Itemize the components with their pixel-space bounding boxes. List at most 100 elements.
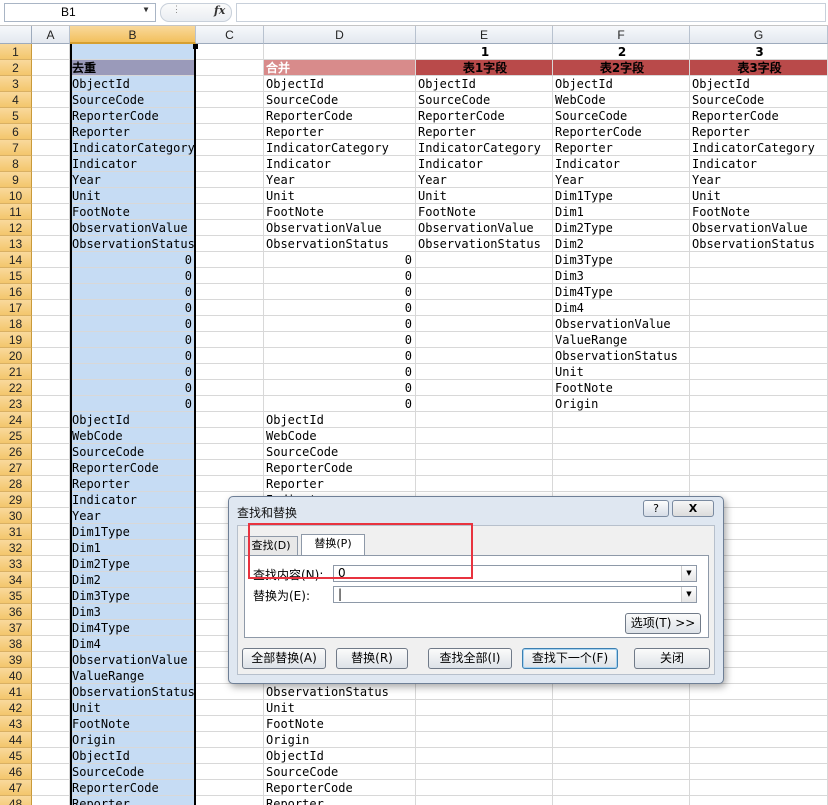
row-header[interactable]: 30 [0,508,32,524]
cell-g22[interactable] [690,380,828,396]
column-header-e[interactable]: E [416,26,553,44]
cell-c44[interactable] [196,732,264,748]
row-header[interactable]: 33 [0,556,32,572]
row-header[interactable]: 10 [0,188,32,204]
cell-f22[interactable]: FootNote [553,380,690,396]
cell-g45[interactable] [690,748,828,764]
cell-f7[interactable]: Reporter [553,140,690,156]
cell-a15[interactable] [32,268,70,284]
row-header[interactable]: 20 [0,348,32,364]
cell-d6[interactable]: Reporter [264,124,416,140]
cell-a4[interactable] [32,92,70,108]
cell-g46[interactable] [690,764,828,780]
cell-b24[interactable]: ObjectId [70,412,196,428]
cell-b40[interactable]: ValueRange [70,668,196,684]
row-header[interactable]: 34 [0,572,32,588]
cell-g23[interactable] [690,396,828,412]
cell-e12[interactable]: ObservationValue [416,220,553,236]
cell-c20[interactable] [196,348,264,364]
cell-f42[interactable] [553,700,690,716]
cell-f25[interactable] [553,428,690,444]
cell-b27[interactable]: ReporterCode [70,460,196,476]
cell-a9[interactable] [32,172,70,188]
cell-g13[interactable]: ObservationStatus [690,236,828,252]
cell-a45[interactable] [32,748,70,764]
cell-a43[interactable] [32,716,70,732]
cell-g18[interactable] [690,316,828,332]
cell-d13[interactable]: ObservationStatus [264,236,416,252]
cell-d3[interactable]: ObjectId [264,76,416,92]
cell-b8[interactable]: Indicator [70,156,196,172]
cell-g28[interactable] [690,476,828,492]
cell-e14[interactable] [416,252,553,268]
row-header[interactable]: 21 [0,364,32,380]
cell-c14[interactable] [196,252,264,268]
cell-d23[interactable]: 0 [264,396,416,412]
cell-a20[interactable] [32,348,70,364]
row-header[interactable]: 27 [0,460,32,476]
cell-d19[interactable]: 0 [264,332,416,348]
select-all-corner[interactable] [0,26,32,44]
cell-a31[interactable] [32,524,70,540]
cell-g41[interactable] [690,684,828,700]
cell-e18[interactable] [416,316,553,332]
cell-c21[interactable] [196,364,264,380]
cell-a12[interactable] [32,220,70,236]
cell-c2[interactable] [196,60,264,76]
cell-a34[interactable] [32,572,70,588]
cell-d9[interactable]: Year [264,172,416,188]
row-header[interactable]: 29 [0,492,32,508]
row-header[interactable]: 13 [0,236,32,252]
cell-d2[interactable]: 合并 [264,60,416,76]
cell-a18[interactable] [32,316,70,332]
row-header[interactable]: 4 [0,92,32,108]
row-header[interactable]: 14 [0,252,32,268]
cell-g3[interactable]: ObjectId [690,76,828,92]
cell-b4[interactable]: SourceCode [70,92,196,108]
replace-input[interactable]: | ▼ [333,586,697,603]
cell-d42[interactable]: Unit [264,700,416,716]
cell-c47[interactable] [196,780,264,796]
cell-b33[interactable]: Dim2Type [70,556,196,572]
cell-e47[interactable] [416,780,553,796]
row-header[interactable]: 11 [0,204,32,220]
row-header[interactable]: 40 [0,668,32,684]
cell-d8[interactable]: Indicator [264,156,416,172]
cell-b41[interactable]: ObservationStatus [70,684,196,700]
cell-d17[interactable]: 0 [264,300,416,316]
cell-a25[interactable] [32,428,70,444]
spreadsheet-grid[interactable]: A B C D E F G 1 1 2 3 2 去重 合并 表1字段 表2字段 表3字段 3 ObjectId Obj… [0,26,828,805]
row-header[interactable]: 41 [0,684,32,700]
column-header-d[interactable]: D [264,26,416,44]
cell-b44[interactable]: Origin [70,732,196,748]
cell-d48[interactable]: Reporter [264,796,416,805]
cell-c25[interactable] [196,428,264,444]
cell-f21[interactable]: Unit [553,364,690,380]
cell-c27[interactable] [196,460,264,476]
cell-e3[interactable]: ObjectId [416,76,553,92]
cell-a28[interactable] [32,476,70,492]
cell-d14[interactable]: 0 [264,252,416,268]
cell-e41[interactable] [416,684,553,700]
cell-g5[interactable]: ReporterCode [690,108,828,124]
cell-f15[interactable]: Dim3 [553,268,690,284]
cell-e7[interactable]: IndicatorCategory [416,140,553,156]
cell-f27[interactable] [553,460,690,476]
cell-e48[interactable] [416,796,553,805]
replace-button[interactable]: 替换(R) [336,648,408,669]
row-header[interactable]: 26 [0,444,32,460]
cell-f19[interactable]: ValueRange [553,332,690,348]
cell-a6[interactable] [32,124,70,140]
formula-input[interactable] [236,3,826,22]
cell-f11[interactable]: Dim1 [553,204,690,220]
cell-g26[interactable] [690,444,828,460]
cell-c9[interactable] [196,172,264,188]
cell-a14[interactable] [32,252,70,268]
cell-c1[interactable] [196,44,264,60]
row-header[interactable]: 7 [0,140,32,156]
row-header[interactable]: 28 [0,476,32,492]
close-button[interactable]: 关闭 [634,648,710,669]
find-next-button[interactable]: 查找下一个(F) [522,648,618,669]
row-header[interactable]: 37 [0,620,32,636]
cell-g48[interactable] [690,796,828,805]
